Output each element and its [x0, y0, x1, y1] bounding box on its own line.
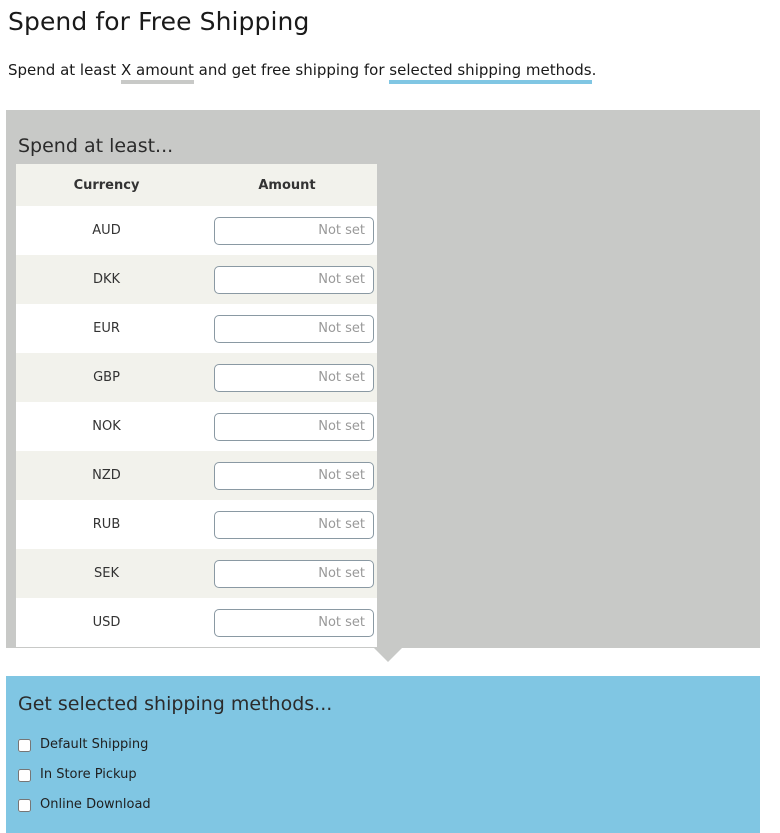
shipping-method-label: In Store Pickup	[40, 767, 137, 782]
shipping-method-label: Online Download	[40, 797, 151, 812]
table-body: AUDDKKEURGBPNOKNZDRUBSEKUSD	[16, 206, 377, 647]
amount-input-usd[interactable]	[214, 608, 374, 637]
amount-cell	[197, 206, 377, 255]
subtitle-trailing-text: .	[591, 61, 597, 79]
methods-panel-heading: Get selected shipping methods...	[18, 693, 333, 715]
table-row: RUB	[16, 500, 377, 549]
subtitle-lead-text: Spend at least	[8, 61, 121, 79]
shipping-method-option[interactable]: Default Shipping	[18, 730, 760, 760]
amount-input-aud[interactable]	[214, 216, 374, 245]
shipping-method-option[interactable]: Online Download	[18, 790, 760, 820]
amount-cell	[197, 451, 377, 500]
column-header-amount: Amount	[197, 164, 377, 206]
table-row: DKK	[16, 255, 377, 304]
table-head: Currency Amount	[16, 164, 377, 206]
amount-cell	[197, 500, 377, 549]
page-title: Spend for Free Shipping	[8, 7, 310, 36]
table-row: NOK	[16, 402, 377, 451]
shipping-method-option[interactable]: In Store Pickup	[18, 760, 760, 790]
checkbox-in-store-pickup[interactable]	[18, 768, 31, 782]
currency-code-cell: NZD	[16, 451, 197, 500]
page-subtitle: Spend at least X amount and get free shi…	[8, 38, 772, 84]
table-row: SEK	[16, 549, 377, 598]
currency-code-cell: RUB	[16, 500, 197, 549]
shipping-methods-panel: Get selected shipping methods... Default…	[6, 676, 760, 833]
table-header-row: Currency Amount	[16, 164, 377, 206]
amount-cell	[197, 353, 377, 402]
amount-highlight: X amount	[120, 61, 194, 84]
amount-cell	[197, 304, 377, 353]
currency-code-cell: EUR	[16, 304, 197, 353]
amount-cell	[197, 255, 377, 304]
amount-input-nok[interactable]	[214, 412, 374, 441]
table-row: NZD	[16, 451, 377, 500]
currency-code-cell: GBP	[16, 353, 197, 402]
currency-code-cell: USD	[16, 598, 197, 647]
page-header: Spend for Free Shipping Spend at least X…	[0, 0, 780, 84]
column-header-currency: Currency	[16, 164, 197, 206]
panel-connector-arrow-icon	[374, 648, 402, 662]
checkbox-default-shipping[interactable]	[18, 738, 31, 752]
amount-cell	[197, 402, 377, 451]
amount-input-nzd[interactable]	[214, 461, 374, 490]
shipping-method-label: Default Shipping	[40, 737, 149, 752]
amount-input-dkk[interactable]	[214, 265, 374, 294]
amount-input-sek[interactable]	[214, 559, 374, 588]
amount-input-gbp[interactable]	[214, 363, 374, 392]
table-row: AUD	[16, 206, 377, 255]
amount-cell	[197, 549, 377, 598]
currency-code-cell: SEK	[16, 549, 197, 598]
table-row: EUR	[16, 304, 377, 353]
shipping-methods-list: Default Shipping In Store Pickup Online Do…	[6, 716, 760, 820]
currency-amount-table: Currency Amount AUDDKKEURGBPNOKNZDRUBSEK…	[16, 164, 377, 647]
shipping-methods-highlight: selected shipping methods	[389, 61, 592, 84]
currency-code-cell: AUD	[16, 206, 197, 255]
subtitle-middle-text: and get free shipping for	[193, 61, 390, 79]
currency-code-cell: DKK	[16, 255, 197, 304]
table-row: USD	[16, 598, 377, 647]
spend-panel-heading: Spend at least...	[18, 135, 174, 157]
checkbox-online-download[interactable]	[18, 798, 31, 812]
spend-at-least-panel: Spend at least... Currency Amount AUDDKK…	[6, 110, 760, 648]
currency-code-cell: NOK	[16, 402, 197, 451]
currency-table-container: Currency Amount AUDDKKEURGBPNOKNZDRUBSEK…	[16, 164, 377, 647]
amount-input-eur[interactable]	[214, 314, 374, 343]
amount-cell	[197, 598, 377, 647]
table-row: GBP	[16, 353, 377, 402]
amount-input-rub[interactable]	[214, 510, 374, 539]
